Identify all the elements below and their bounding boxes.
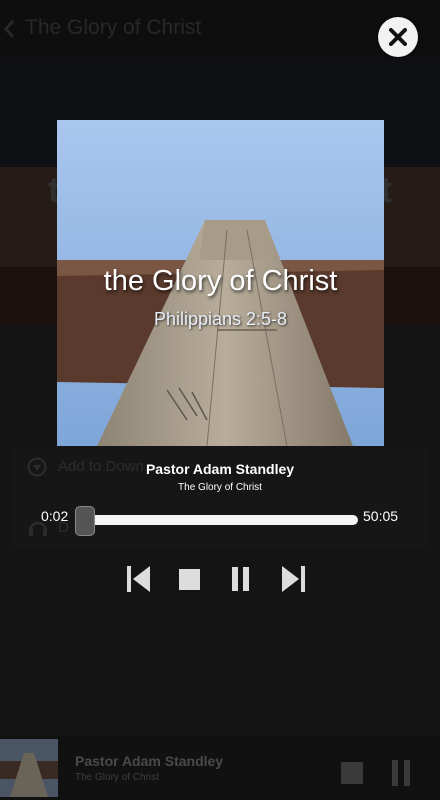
album-artwork: the Glory of Christ Philippians 2:5-8 [57, 120, 384, 446]
previous-button[interactable] [125, 563, 153, 595]
pause-button[interactable] [227, 563, 255, 595]
artwork-subtitle: Philippians 2:5-8 [153, 309, 288, 329]
next-button[interactable] [279, 563, 307, 595]
close-button[interactable] [378, 17, 418, 57]
stop-icon [179, 569, 200, 590]
mini-pause-icon[interactable] [392, 760, 410, 786]
current-time: 0:02 [41, 508, 69, 524]
total-time: 50:05 [363, 508, 399, 524]
seek-thumb[interactable] [75, 506, 95, 536]
artwork-title: the Glory of Christ [103, 265, 338, 297]
speaker-name: Pastor Adam Standley [145, 461, 295, 477]
mini-player-title: Pastor Adam Standley [75, 753, 224, 769]
series-name: The Glory of Christ [178, 482, 262, 493]
skip-next-icon [282, 566, 305, 592]
mini-player-subtitle: The Glory of Christ [75, 772, 159, 783]
mini-player-artwork[interactable] [0, 739, 58, 797]
stop-button[interactable] [176, 563, 204, 595]
seek-bar[interactable] [82, 515, 358, 525]
mini-cross-image [0, 739, 58, 797]
skip-previous-icon [127, 566, 150, 592]
pause-icon [232, 567, 249, 591]
close-icon [389, 28, 407, 46]
mini-stop-icon[interactable] [341, 762, 363, 784]
